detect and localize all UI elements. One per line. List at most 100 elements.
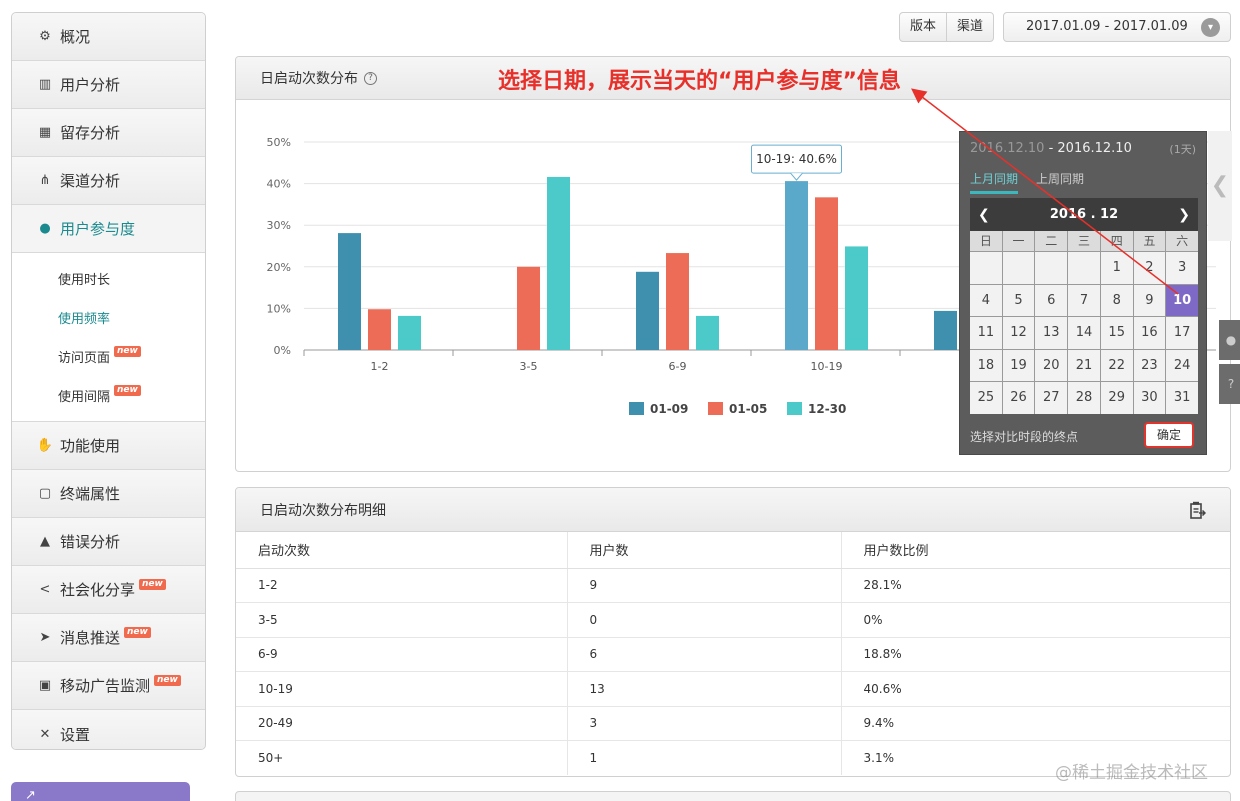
- calendar-day[interactable]: 9: [1133, 284, 1166, 316]
- chat-icon[interactable]: ●: [1219, 320, 1240, 360]
- sidebar-item-share[interactable]: < 社会化分享 new: [12, 566, 205, 614]
- calendar-day[interactable]: 26: [1002, 382, 1035, 414]
- sidebar-nav: ⚙ 概况 ▥ 用户分析 ▦ 留存分析 ⋔ 渠道分析 ● 用户参与度 使用时长 使用频率 访…: [11, 12, 206, 750]
- calendar-day[interactable]: 22: [1100, 349, 1133, 381]
- calendar-empty-cell: [1035, 252, 1068, 284]
- channel-button[interactable]: 渠道: [946, 13, 993, 41]
- calendar-day[interactable]: 25: [970, 382, 1002, 414]
- detail-table: 启动次数 用户数 用户数比例 1-2 9 28.1% 3-5 0 0% 6-9 6 18.8…: [236, 532, 1230, 775]
- calendar-day[interactable]: 7: [1068, 284, 1100, 316]
- calendar-day[interactable]: 1: [1100, 252, 1133, 284]
- table-cell: 3: [566, 705, 841, 741]
- calendar-day[interactable]: 28: [1068, 382, 1100, 414]
- tooltip-pointer: [790, 172, 803, 181]
- legend-label: 01-09: [650, 402, 688, 416]
- question-icon[interactable]: ?: [1219, 364, 1240, 404]
- trend-button[interactable]: ↗: [11, 782, 190, 801]
- sidebar-item-settings[interactable]: ✕ 设置: [12, 710, 205, 749]
- calendar-day[interactable]: 5: [1002, 284, 1035, 316]
- sidebar-item-label: 渠道分析: [60, 172, 121, 190]
- sidebar-item-device[interactable]: ▢ 终端属性: [12, 470, 205, 518]
- chevron-left-icon[interactable]: ❮: [978, 207, 990, 223]
- calendar-day[interactable]: 4: [970, 284, 1002, 316]
- tab-last-week[interactable]: 上周同期: [1036, 170, 1084, 194]
- calendar-day[interactable]: 24: [1166, 349, 1198, 381]
- table-row: 6-9 6 18.8%: [236, 636, 1230, 672]
- help-icon[interactable]: ?: [364, 71, 377, 85]
- chevron-down-icon[interactable]: ▾: [1201, 18, 1220, 37]
- new-badge: new: [154, 675, 181, 686]
- calendar-day[interactable]: 8: [1100, 284, 1133, 316]
- export-icon[interactable]: [1190, 501, 1206, 519]
- table-cell: 0%: [840, 602, 1230, 637]
- table-panel-header: 日启动次数分布明细: [236, 488, 1230, 532]
- sub-item-pages[interactable]: 访问页面 new: [12, 337, 205, 376]
- calendar-day[interactable]: 21: [1068, 349, 1100, 381]
- calendar-day[interactable]: 27: [1035, 382, 1068, 414]
- col-header[interactable]: 启动次数: [236, 532, 567, 569]
- version-button[interactable]: 版本: [900, 13, 946, 41]
- confirm-button[interactable]: 确定: [1144, 422, 1194, 448]
- calendar-day[interactable]: 23: [1133, 349, 1166, 381]
- share-icon: <: [39, 582, 51, 597]
- device-icon: ▢: [38, 486, 52, 501]
- bar: [547, 176, 570, 350]
- sidebar-item-label: 留存分析: [60, 124, 121, 142]
- calendar-day[interactable]: 17: [1166, 317, 1198, 349]
- y-tick-label: 10%: [267, 302, 291, 315]
- table-cell: 20-49: [236, 705, 567, 741]
- calendar-day[interactable]: 12: [1002, 317, 1035, 349]
- sidebar-item-engagement[interactable]: ● 用户参与度: [12, 205, 205, 253]
- picker-tabs: 上月同期 上周同期: [970, 170, 1084, 194]
- calendar-day[interactable]: 30: [1133, 382, 1166, 414]
- sub-item-duration[interactable]: 使用时长: [12, 259, 205, 298]
- table-cell: 9: [566, 567, 841, 603]
- calendar-day[interactable]: 31: [1166, 382, 1198, 414]
- calendar-day[interactable]: 13: [1035, 317, 1068, 349]
- calendar-day[interactable]: 20: [1035, 349, 1068, 381]
- calendar-day[interactable]: 3: [1166, 252, 1198, 284]
- calendar-day[interactable]: 29: [1100, 382, 1133, 414]
- warning-icon: ▲: [40, 534, 50, 549]
- calendar-day[interactable]: 18: [970, 349, 1002, 381]
- sidebar-item-label: 概况: [60, 28, 91, 46]
- sidebar-item-push[interactable]: ➤ 消息推送 new: [12, 614, 205, 662]
- sidebar-item-feature-usage[interactable]: ✋ 功能使用: [12, 422, 205, 470]
- sub-item-interval[interactable]: 使用间隔 new: [12, 376, 205, 415]
- bar: [338, 233, 361, 350]
- chevron-left-icon[interactable]: ❮: [1208, 131, 1232, 241]
- bar: [845, 246, 868, 350]
- sidebar-item-ads[interactable]: ▣ 移动广告监测 new: [12, 662, 205, 710]
- calendar-day[interactable]: 14: [1068, 317, 1100, 349]
- chevron-right-icon[interactable]: ❯: [1178, 207, 1190, 223]
- calendar-day[interactable]: 11: [970, 317, 1002, 349]
- calendar-day[interactable]: 15: [1100, 317, 1133, 349]
- sidebar-item-user-analysis[interactable]: ▥ 用户分析: [12, 61, 205, 109]
- col-header[interactable]: 用户数比例: [840, 532, 1230, 569]
- bar: [666, 253, 689, 350]
- calendar-day[interactable]: 16: [1133, 317, 1166, 349]
- ad-icon: ▣: [38, 678, 52, 693]
- sidebar-item-errors[interactable]: ▲ 错误分析: [12, 518, 205, 566]
- tab-last-month[interactable]: 上月同期: [970, 170, 1019, 194]
- sub-item-label: 访问页面: [58, 351, 111, 366]
- table-row: 10-19 13 40.6%: [236, 671, 1230, 706]
- sidebar-item-channel[interactable]: ⋔ 渠道分析: [12, 157, 205, 205]
- calendar-day[interactable]: 2: [1133, 252, 1166, 284]
- new-badge: new: [114, 385, 141, 396]
- x-tick-label: 3-5: [520, 360, 538, 373]
- table-cell: 3-5: [236, 602, 567, 637]
- calendar-empty-cell: [1002, 252, 1035, 284]
- calendar-empty-cell: [970, 252, 1002, 284]
- sub-item-frequency[interactable]: 使用频率: [12, 298, 205, 337]
- calendar-day[interactable]: 6: [1035, 284, 1068, 316]
- col-header[interactable]: 用户数: [566, 532, 841, 569]
- sidebar-item-retention[interactable]: ▦ 留存分析: [12, 109, 205, 157]
- date-range-selector[interactable]: 2017.01.09 - 2017.01.09 ▾: [1003, 12, 1231, 42]
- sidebar-item-overview[interactable]: ⚙ 概况: [12, 13, 205, 61]
- bar: [815, 197, 838, 350]
- gear-icon: ⚙: [39, 29, 51, 44]
- calendar-day[interactable]: 19: [1002, 349, 1035, 381]
- bar: [398, 315, 421, 350]
- calendar-day[interactable]: 10: [1166, 284, 1198, 316]
